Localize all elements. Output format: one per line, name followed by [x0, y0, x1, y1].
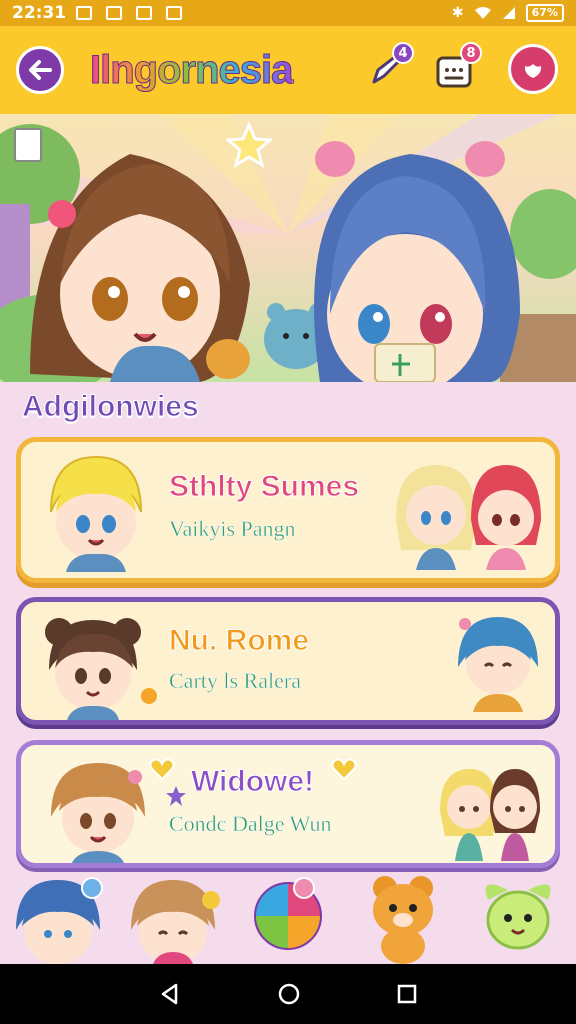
signal-icon [502, 7, 515, 19]
fairy-icon [485, 884, 551, 950]
card-subtitle: Condc Dalge Wun [169, 811, 332, 836]
calendar-button[interactable]: 8 [428, 42, 482, 96]
card-title: Sthlty Sumes [168, 470, 360, 504]
hero-banner [0, 114, 576, 382]
back-arrow-icon [29, 60, 52, 80]
notes-badge: 4 [392, 42, 414, 64]
document-icon [14, 128, 42, 162]
notification-icon [166, 6, 183, 20]
teddy-bear-icon [373, 876, 434, 964]
back-triangle-icon[interactable] [158, 982, 182, 1006]
card-subtitle: Vaikyis Pangn [169, 516, 296, 541]
section-title: Adgilonwies [22, 390, 200, 424]
card-title: Nu. Rome [168, 624, 310, 658]
star-icon [166, 786, 186, 806]
character-thumbnail[interactable] [123, 870, 223, 964]
lollipop-icon [253, 877, 322, 950]
activity-card[interactable]: Widowe! Condc Dalge Wun [16, 740, 560, 868]
character-thumbnail[interactable] [238, 870, 338, 964]
system-nav-bar [0, 964, 576, 1024]
hero-illustration [0, 114, 576, 382]
wifi-icon [474, 7, 491, 19]
star-icon [226, 122, 272, 168]
bluetooth-icon: ✱ [451, 5, 464, 21]
flower-icon [524, 64, 542, 78]
recents-square-icon[interactable] [396, 983, 418, 1005]
back-button[interactable] [16, 46, 64, 94]
character-thumbnail[interactable] [353, 870, 453, 964]
character-illustration [45, 618, 157, 720]
card-title: Widowe! [190, 765, 315, 799]
character-illustration [15, 877, 103, 964]
battery-indicator: 67% [525, 4, 564, 22]
character-illustration [51, 763, 145, 863]
character-selector [0, 870, 576, 964]
heart-icon [331, 758, 357, 781]
character-illustration [396, 465, 541, 570]
character-illustration [440, 769, 540, 861]
status-right: ✱ 67% [452, 4, 564, 22]
character-illustration [50, 455, 142, 572]
character-illustration [458, 617, 538, 712]
activity-card[interactable]: Nu. Rome Carty ls Ralera [16, 597, 560, 725]
activity-card[interactable]: Sthlty Sumes Vaikyis Pangn [16, 437, 560, 583]
notification-icon [106, 6, 123, 20]
character-thumbnail[interactable] [468, 870, 568, 964]
notification-icon [136, 6, 153, 20]
character-illustration [130, 880, 220, 964]
card-subtitle: Carty ls Ralera [169, 668, 301, 693]
character-thumbnail[interactable] [8, 870, 108, 964]
status-bar: 22:31 ✱ 67% [0, 0, 576, 26]
heart-icon [149, 758, 175, 781]
status-time: 22:31 [12, 3, 67, 23]
profile-button[interactable] [508, 44, 558, 94]
calendar-badge: 8 [460, 42, 482, 64]
app-bar: Ilngornesia 4 8 [0, 26, 576, 114]
app-title: Ilngornesia [89, 47, 293, 92]
notes-button[interactable]: 4 [360, 42, 414, 96]
notification-icon [76, 6, 93, 20]
home-circle-icon[interactable] [277, 982, 301, 1006]
